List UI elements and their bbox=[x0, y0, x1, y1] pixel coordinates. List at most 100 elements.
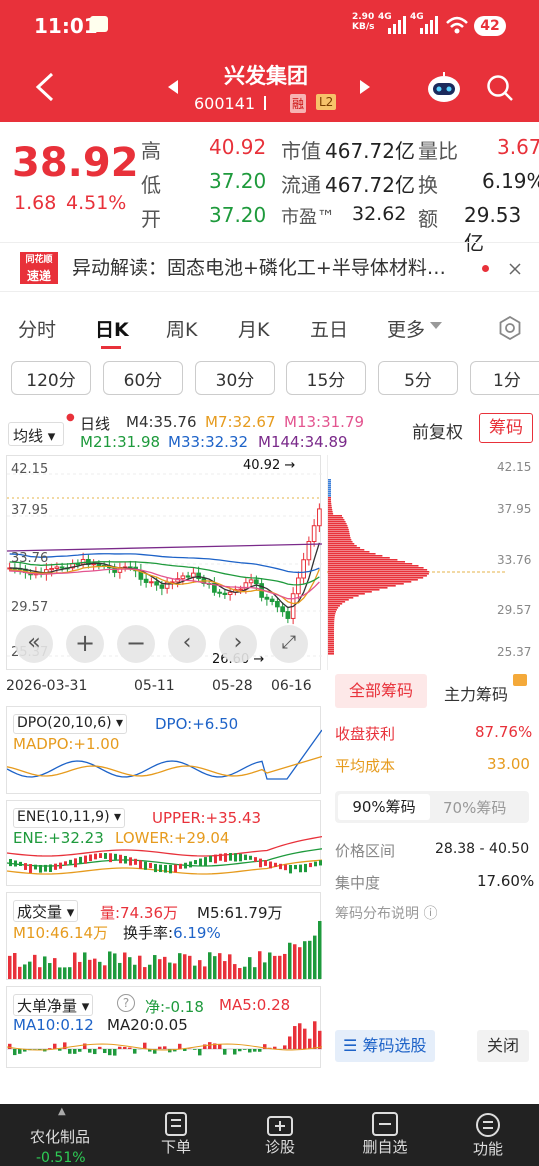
period-120m[interactable]: 120分 bbox=[11, 361, 91, 395]
volume-bar bbox=[233, 964, 237, 979]
volume-panel[interactable]: 成交量 ▾ 量:74.36万 M5:61.79万 M10:46.14万 换手率:… bbox=[6, 892, 322, 980]
pe-label: 市盈™ bbox=[281, 207, 335, 228]
big-order-panel[interactable]: 大单净量 ▾ ? 净:-0.18 MA5:0.28 MA10:0.12 MA20… bbox=[6, 986, 322, 1068]
big-order-bar bbox=[98, 1046, 102, 1049]
ene-candle bbox=[214, 854, 217, 864]
concentration-value: 17.60% bbox=[477, 872, 535, 890]
candle bbox=[254, 579, 259, 585]
chip-bar bbox=[328, 593, 365, 595]
ene-indicator-select[interactable]: ENE(10,11,9) ▾ bbox=[13, 808, 126, 828]
volume-bar bbox=[298, 947, 302, 979]
fullscreen-icon[interactable]: ⤢ bbox=[270, 625, 308, 663]
chip-bar bbox=[328, 641, 335, 643]
tab-monthly[interactable]: 月K bbox=[238, 315, 269, 342]
chip-tab-main[interactable]: 主力筹码 bbox=[444, 681, 508, 705]
volume-bar bbox=[253, 967, 257, 979]
chip-help-link[interactable]: 筹码分布说明 ⓘ bbox=[335, 903, 437, 923]
ene-candle bbox=[129, 857, 132, 866]
ene-candle bbox=[79, 856, 82, 864]
ene-candle bbox=[99, 853, 102, 858]
scroll-left-icon[interactable]: ‹ bbox=[168, 625, 206, 663]
volume-bar bbox=[283, 953, 287, 979]
battery-indicator: 42 bbox=[474, 16, 506, 36]
diagnose-button[interactable]: 诊股 bbox=[254, 1112, 306, 1166]
back-arrow-icon[interactable] bbox=[34, 72, 56, 102]
tab-fiveday[interactable]: 五日 bbox=[310, 315, 348, 342]
help-icon[interactable]: ? bbox=[117, 994, 135, 1012]
volume-bar bbox=[73, 952, 77, 979]
zoom-out-icon[interactable]: − bbox=[117, 625, 155, 663]
news-banner[interactable]: 同花顺 速递 异动解读：固态电池+磷化工+半导体材料… bbox=[0, 242, 539, 292]
zoom-out-max-icon[interactable]: « bbox=[15, 625, 53, 663]
sector-info[interactable]: ▲ 农化制品 -0.51% bbox=[0, 1104, 124, 1166]
ene-panel[interactable]: ENE(10,11,9) ▾ UPPER:+35.43 ENE:+32.23 L… bbox=[6, 800, 322, 886]
volume-bar bbox=[243, 966, 247, 979]
menu-icon bbox=[476, 1113, 500, 1137]
chip-70-button[interactable]: 70%筹码 bbox=[443, 797, 506, 818]
dpo-indicator-select[interactable]: DPO(20,10,6) ▾ bbox=[13, 714, 128, 734]
volume-bar bbox=[53, 958, 57, 979]
chip-bar bbox=[328, 575, 427, 577]
scroll-right-icon[interactable]: › bbox=[219, 625, 257, 663]
big-order-bar bbox=[233, 1049, 237, 1055]
period-1m[interactable]: 1分 bbox=[470, 361, 539, 395]
madpo-line bbox=[7, 755, 322, 777]
big-order-indicator-select[interactable]: 大单净量 ▾ bbox=[13, 994, 94, 1016]
function-button[interactable]: 功能 bbox=[462, 1112, 514, 1166]
candle bbox=[75, 563, 81, 566]
turnover-rate: 换手率:6.19% bbox=[123, 924, 221, 942]
adjust-mode[interactable]: 前复权 bbox=[412, 418, 463, 443]
kline-chart[interactable]: 42.15 37.95 33.76 29.57 25.37 40.92 → 26… bbox=[6, 455, 322, 670]
chip-bar bbox=[328, 503, 332, 505]
avg-cost-value: 33.00 bbox=[487, 755, 530, 773]
prev-stock-icon[interactable] bbox=[168, 80, 178, 94]
close-icon[interactable] bbox=[509, 263, 521, 275]
chip-tab-all[interactable]: 全部筹码 bbox=[335, 674, 427, 708]
madpo-value: MADPO:+1.00 bbox=[13, 735, 120, 753]
chip-select-stock-button[interactable]: ☰ 筹码选股 bbox=[335, 1030, 435, 1062]
ma144-label: M144:34.89 bbox=[258, 433, 348, 451]
chip-bar bbox=[328, 635, 335, 637]
volume-bar bbox=[138, 955, 142, 979]
next-stock-icon[interactable] bbox=[360, 80, 370, 94]
volume-bar bbox=[38, 967, 42, 979]
search-icon[interactable] bbox=[486, 74, 514, 102]
settings-icon[interactable] bbox=[498, 316, 522, 340]
volume-bar bbox=[18, 966, 22, 979]
big-order-bar bbox=[13, 1049, 17, 1056]
chip-distribution: 42.15 37.95 33.76 29.57 25.37 bbox=[327, 455, 534, 670]
period-60m[interactable]: 60分 bbox=[103, 361, 183, 395]
volume-value: 量:74.36万 bbox=[100, 904, 178, 922]
tab-more[interactable]: 更多 bbox=[387, 315, 425, 342]
chip-bar bbox=[328, 481, 331, 483]
big-order-bar bbox=[313, 1021, 317, 1049]
chip-toggle-button[interactable]: 筹码 bbox=[479, 413, 533, 443]
tab-timeshare[interactable]: 分时 bbox=[18, 315, 56, 342]
big-order-bar bbox=[258, 1049, 262, 1052]
volume-m10: M10:46.14万 bbox=[13, 924, 109, 942]
chip-bar bbox=[328, 589, 380, 591]
low-label: 低 bbox=[141, 173, 161, 197]
order-button[interactable]: 下单 bbox=[150, 1112, 202, 1166]
tab-weekly[interactable]: 周K bbox=[166, 315, 197, 342]
ene-candle bbox=[34, 864, 37, 870]
big-order-bar bbox=[163, 1046, 167, 1049]
volume-bar bbox=[43, 956, 47, 979]
indicator-select[interactable]: 均线 ▾ bbox=[8, 422, 64, 446]
zoom-in-icon[interactable]: + bbox=[66, 625, 104, 663]
big-order-bar bbox=[253, 1049, 257, 1052]
volume-indicator-select[interactable]: 成交量 ▾ bbox=[13, 900, 79, 922]
chip-90-button[interactable]: 90%筹码 bbox=[338, 794, 430, 820]
ene-candle bbox=[314, 861, 317, 867]
dpo-panel[interactable]: DPO(20,10,6) ▾ DPO:+6.50 MADPO:+1.00 bbox=[6, 706, 322, 794]
period-30m[interactable]: 30分 bbox=[195, 361, 275, 395]
chip-close-button[interactable]: 关闭 bbox=[477, 1030, 529, 1062]
period-5m[interactable]: 5分 bbox=[378, 361, 458, 395]
remove-watchlist-button[interactable]: 删自选 bbox=[356, 1112, 414, 1166]
tab-daily[interactable]: 日K bbox=[95, 315, 129, 342]
volume-bar bbox=[108, 951, 112, 979]
robot-assistant-icon[interactable] bbox=[425, 70, 463, 104]
ene-upper-value: UPPER:+35.43 bbox=[152, 809, 262, 827]
signal-icon-2 bbox=[420, 16, 438, 34]
period-15m[interactable]: 15分 bbox=[286, 361, 366, 395]
